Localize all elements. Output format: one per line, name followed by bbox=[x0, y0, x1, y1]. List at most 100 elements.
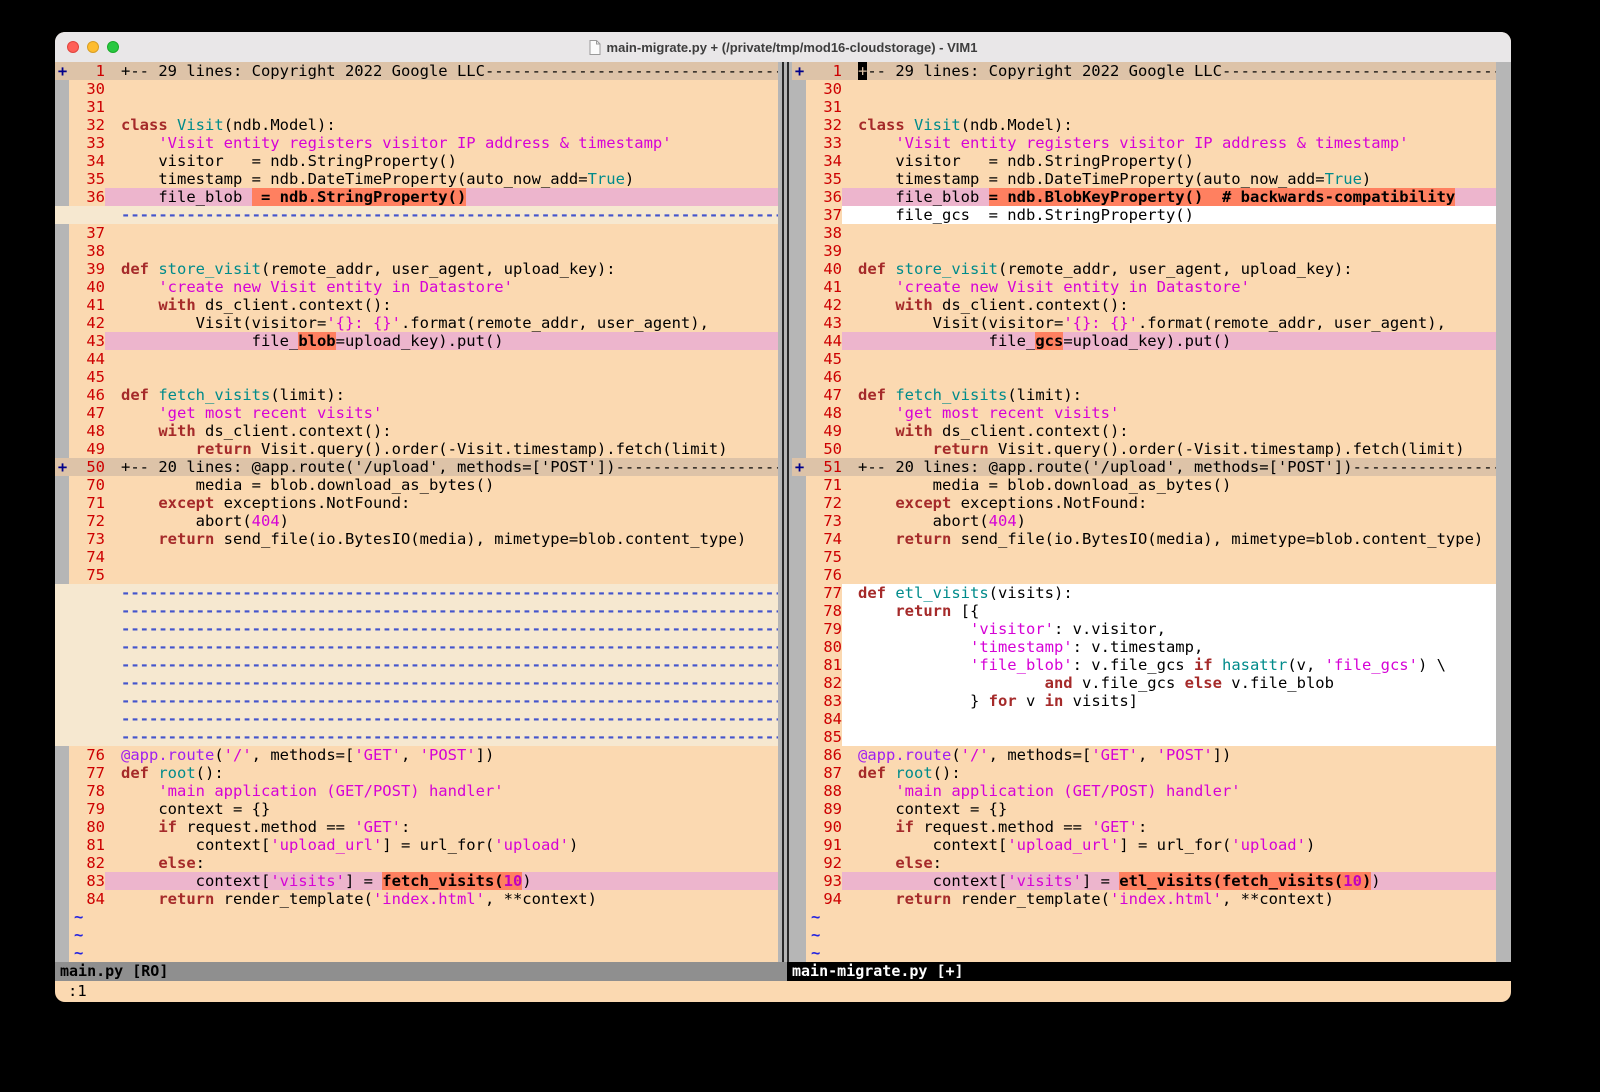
code-line[interactable]: 83 } for v in visits] bbox=[792, 692, 1496, 710]
code-line[interactable]: 70 media = blob.download_as_bytes() bbox=[55, 476, 778, 494]
folded-line[interactable]: +1+-- 29 lines: Copyright 2022 Google LL… bbox=[55, 62, 778, 80]
code-line[interactable]: 33 'Visit entity registers visitor IP ad… bbox=[792, 134, 1496, 152]
code-line[interactable]: 90 if request.method == 'GET': bbox=[792, 818, 1496, 836]
empty-buffer-line[interactable]: ~ bbox=[792, 944, 1496, 962]
code-line[interactable]: 83 context['visits'] = fetch_visits(10) bbox=[55, 872, 778, 890]
empty-buffer-line[interactable]: ~ bbox=[792, 908, 1496, 926]
minimize-button[interactable] bbox=[87, 41, 99, 53]
code-line[interactable]: 30 bbox=[792, 80, 1496, 98]
code-line[interactable]: 38 bbox=[792, 224, 1496, 242]
code-line[interactable]: 71 media = blob.download_as_bytes() bbox=[792, 476, 1496, 494]
code-line[interactable]: 78 return [{ bbox=[792, 602, 1496, 620]
code-line[interactable]: 89 context = {} bbox=[792, 800, 1496, 818]
code-line[interactable]: 38 bbox=[55, 242, 778, 260]
fold-plus-icon[interactable]: + bbox=[793, 458, 806, 476]
code-line[interactable]: 40 'create new Visit entity in Datastore… bbox=[55, 278, 778, 296]
code-line[interactable]: 40def store_visit(remote_addr, user_agen… bbox=[792, 260, 1496, 278]
code-line[interactable]: 71 except exceptions.NotFound: bbox=[55, 494, 778, 512]
code-line[interactable]: 77def root(): bbox=[55, 764, 778, 782]
code-line[interactable]: 39 bbox=[792, 242, 1496, 260]
folded-line[interactable]: +1+-- 29 lines: Copyright 2022 Google LL… bbox=[792, 62, 1496, 80]
code-line[interactable]: 94 return render_template('index.html', … bbox=[792, 890, 1496, 908]
code-line[interactable]: 91 context['upload_url'] = url_for('uplo… bbox=[792, 836, 1496, 854]
fold-plus-icon[interactable]: + bbox=[793, 62, 806, 80]
code-line[interactable]: 77def etl_visits(visits): bbox=[792, 584, 1496, 602]
folded-line[interactable]: +51+-- 20 lines: @app.route('/upload', m… bbox=[792, 458, 1496, 476]
command-line[interactable]: :1 bbox=[55, 981, 1511, 1002]
code-line[interactable]: 43 Visit(visitor='{}: {}'.format(remote_… bbox=[792, 314, 1496, 332]
code-line[interactable]: 80 'timestamp': v.timestamp, bbox=[792, 638, 1496, 656]
code-line[interactable]: 44 bbox=[55, 350, 778, 368]
code-line[interactable]: 37 bbox=[55, 224, 778, 242]
code-line[interactable]: 86@app.route('/', methods=['GET', 'POST'… bbox=[792, 746, 1496, 764]
code-line[interactable]: 49 return Visit.query().order(-Visit.tim… bbox=[55, 440, 778, 458]
code-line[interactable]: 45 bbox=[792, 350, 1496, 368]
empty-buffer-line[interactable]: ~ bbox=[55, 908, 778, 926]
titlebar[interactable]: main-migrate.py + (/private/tmp/mod16-cl… bbox=[55, 32, 1511, 63]
left-editor-pane[interactable]: +1+-- 29 lines: Copyright 2022 Google LL… bbox=[55, 62, 778, 962]
code-line[interactable]: 80 if request.method == 'GET': bbox=[55, 818, 778, 836]
diff-filler-line[interactable]: ----------------------------------------… bbox=[55, 620, 778, 638]
empty-buffer-line[interactable]: ~ bbox=[55, 926, 778, 944]
diff-filler-line[interactable]: ----------------------------------------… bbox=[55, 638, 778, 656]
empty-buffer-line[interactable]: ~ bbox=[55, 944, 778, 962]
code-line[interactable]: 35 timestamp = ndb.DateTimeProperty(auto… bbox=[792, 170, 1496, 188]
statusline-right[interactable]: main-migrate.py [+] bbox=[787, 962, 1511, 981]
code-line[interactable]: 41 with ds_client.context(): bbox=[55, 296, 778, 314]
code-line[interactable]: 92 else: bbox=[792, 854, 1496, 872]
code-line[interactable]: 88 'main application (GET/POST) handler' bbox=[792, 782, 1496, 800]
code-line[interactable]: 41 'create new Visit entity in Datastore… bbox=[792, 278, 1496, 296]
code-line[interactable]: 39def store_visit(remote_addr, user_agen… bbox=[55, 260, 778, 278]
code-line[interactable]: 82 and v.file_gcs else v.file_blob bbox=[792, 674, 1496, 692]
diff-filler-line[interactable]: ----------------------------------------… bbox=[55, 206, 778, 224]
code-line[interactable]: 35 timestamp = ndb.DateTimeProperty(auto… bbox=[55, 170, 778, 188]
code-line[interactable]: 76@app.route('/', methods=['GET', 'POST'… bbox=[55, 746, 778, 764]
close-button[interactable] bbox=[67, 41, 79, 53]
code-line[interactable]: 82 else: bbox=[55, 854, 778, 872]
zoom-button[interactable] bbox=[107, 41, 119, 53]
folded-line[interactable]: +50+-- 20 lines: @app.route('/upload', m… bbox=[55, 458, 778, 476]
diff-filler-line[interactable]: ----------------------------------------… bbox=[55, 710, 778, 728]
code-line[interactable]: 73 return send_file(io.BytesIO(media), m… bbox=[55, 530, 778, 548]
code-line[interactable]: 72 except exceptions.NotFound: bbox=[792, 494, 1496, 512]
code-line[interactable]: 30 bbox=[55, 80, 778, 98]
vertical-split[interactable] bbox=[778, 62, 792, 962]
code-line[interactable]: 93 context['visits'] = etl_visits(fetch_… bbox=[792, 872, 1496, 890]
code-line[interactable]: 84 bbox=[792, 710, 1496, 728]
code-line[interactable]: 87def root(): bbox=[792, 764, 1496, 782]
code-line[interactable]: 34 visitor = ndb.StringProperty() bbox=[792, 152, 1496, 170]
right-scrollbar[interactable] bbox=[1496, 62, 1511, 962]
code-line[interactable]: 81 'file_blob': v.file_gcs if hasattr(v,… bbox=[792, 656, 1496, 674]
empty-buffer-line[interactable]: ~ bbox=[792, 926, 1496, 944]
fold-plus-icon[interactable]: + bbox=[56, 62, 69, 80]
code-line[interactable]: 85 bbox=[792, 728, 1496, 746]
diff-filler-line[interactable]: ----------------------------------------… bbox=[55, 692, 778, 710]
code-line[interactable]: 73 abort(404) bbox=[792, 512, 1496, 530]
diff-filler-line[interactable]: ----------------------------------------… bbox=[55, 656, 778, 674]
code-line[interactable]: 79 context = {} bbox=[55, 800, 778, 818]
code-line[interactable]: 75 bbox=[792, 548, 1496, 566]
code-line[interactable]: 74 return send_file(io.BytesIO(media), m… bbox=[792, 530, 1496, 548]
code-line[interactable]: 45 bbox=[55, 368, 778, 386]
code-line[interactable]: 43 file_blob=upload_key).put() bbox=[55, 332, 778, 350]
code-line[interactable]: 33 'Visit entity registers visitor IP ad… bbox=[55, 134, 778, 152]
right-editor-pane[interactable]: +1+-- 29 lines: Copyright 2022 Google LL… bbox=[792, 62, 1496, 962]
diff-filler-line[interactable]: ----------------------------------------… bbox=[55, 674, 778, 692]
code-line[interactable]: 32class Visit(ndb.Model): bbox=[55, 116, 778, 134]
code-line[interactable]: 79 'visitor': v.visitor, bbox=[792, 620, 1496, 638]
code-line[interactable]: 47def fetch_visits(limit): bbox=[792, 386, 1496, 404]
code-line[interactable]: 50 return Visit.query().order(-Visit.tim… bbox=[792, 440, 1496, 458]
code-line[interactable]: 37 file_gcs = ndb.StringProperty() bbox=[792, 206, 1496, 224]
code-line[interactable]: 34 visitor = ndb.StringProperty() bbox=[55, 152, 778, 170]
code-line[interactable]: 84 return render_template('index.html', … bbox=[55, 890, 778, 908]
code-line[interactable]: 46def fetch_visits(limit): bbox=[55, 386, 778, 404]
code-line[interactable]: 42 Visit(visitor='{}: {}'.format(remote_… bbox=[55, 314, 778, 332]
code-line[interactable]: 48 'get most recent visits' bbox=[792, 404, 1496, 422]
code-line[interactable]: 36 file_blob = ndb.BlobKeyProperty() # b… bbox=[792, 188, 1496, 206]
fold-plus-icon[interactable]: + bbox=[56, 458, 69, 476]
code-line[interactable]: 81 context['upload_url'] = url_for('uplo… bbox=[55, 836, 778, 854]
code-line[interactable]: 76 bbox=[792, 566, 1496, 584]
code-line[interactable]: 36 file_blob = ndb.StringProperty() bbox=[55, 188, 778, 206]
code-line[interactable]: 75 bbox=[55, 566, 778, 584]
diff-filler-line[interactable]: ----------------------------------------… bbox=[55, 728, 778, 746]
